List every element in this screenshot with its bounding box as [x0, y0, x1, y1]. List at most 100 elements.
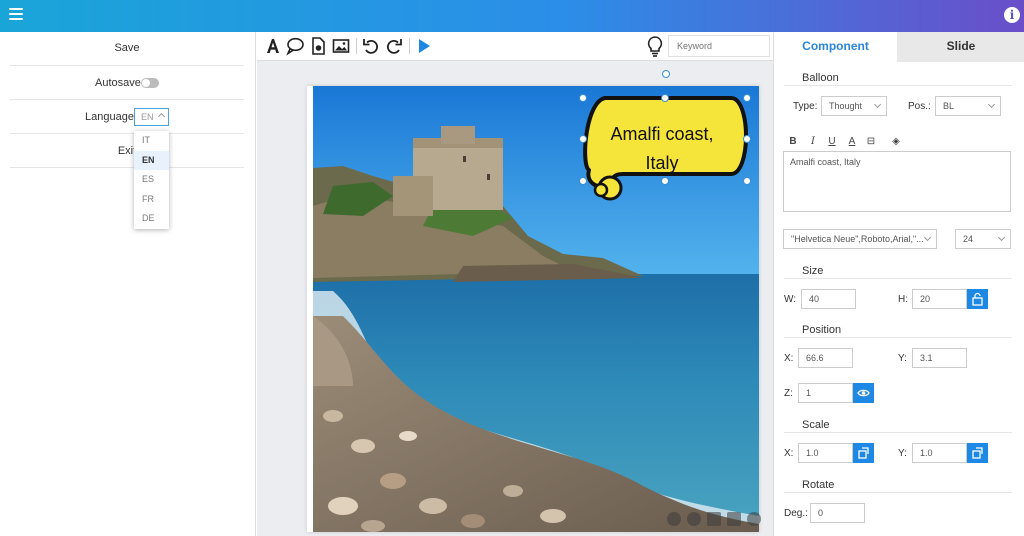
- resize-handle-w[interactable]: [579, 135, 587, 143]
- autosave-toggle[interactable]: [141, 78, 159, 88]
- underline-icon[interactable]: U: [825, 136, 839, 147]
- language-option-de[interactable]: DE: [134, 209, 169, 229]
- balloon-position-select[interactable]: BL: [935, 96, 1001, 116]
- toolbar-divider: [409, 38, 410, 54]
- editor-toolbar: [257, 32, 773, 61]
- balloon-tool-icon[interactable]: [285, 36, 305, 56]
- resize-handle-se[interactable]: [743, 177, 751, 185]
- resize-handle-s[interactable]: [661, 177, 669, 185]
- width-label: W:: [784, 294, 797, 305]
- language-option-en[interactable]: EN: [134, 150, 169, 171]
- height-input[interactable]: 20: [912, 289, 967, 309]
- position-y-label: Y:: [898, 353, 907, 364]
- resize-handle-nw[interactable]: [579, 94, 587, 102]
- language-option-it[interactable]: IT: [134, 131, 169, 151]
- tab-component[interactable]: Component: [774, 32, 897, 62]
- language-select-value: EN: [141, 112, 154, 122]
- height-label: H:: [898, 294, 908, 305]
- flip-icon: [858, 447, 869, 459]
- resize-handle-n[interactable]: [661, 94, 669, 102]
- font-size-select[interactable]: 24: [955, 229, 1011, 249]
- redo-icon[interactable]: [384, 36, 404, 56]
- position-z-label: Z:: [784, 388, 793, 399]
- resize-handle-e[interactable]: [743, 135, 751, 143]
- resize-handle-sw[interactable]: [579, 177, 587, 185]
- slide-canvas[interactable]: Amalfi coast, Italy: [313, 86, 759, 532]
- menu-icon[interactable]: [9, 8, 23, 21]
- balloon-text-input[interactable]: Amalfi coast, Italy: [783, 151, 1011, 212]
- save-button[interactable]: Save: [10, 32, 244, 66]
- balloon-text: Amalfi coast, Italy: [610, 124, 714, 173]
- visibility-button[interactable]: [853, 383, 874, 403]
- balloon-section-header: Balloon: [784, 72, 1012, 86]
- language-option-es[interactable]: ES: [134, 170, 169, 190]
- info-icon[interactable]: i: [1004, 7, 1020, 23]
- rotate-section-header: Rotate: [784, 479, 1012, 493]
- chevron-down-icon: [923, 233, 932, 242]
- keyword-search-input[interactable]: [668, 35, 770, 57]
- add-icon[interactable]: [747, 512, 761, 526]
- play-icon[interactable]: [414, 36, 434, 56]
- undo-icon[interactable]: [361, 36, 381, 56]
- text-background-icon[interactable]: ⊟: [864, 136, 878, 147]
- lock-icon: [972, 292, 983, 306]
- chevron-down-icon: [987, 100, 996, 109]
- scale-y-input[interactable]: 1.0: [912, 443, 967, 463]
- flip-vertical-button[interactable]: [967, 443, 988, 463]
- flip-horizontal-button[interactable]: [853, 443, 874, 463]
- autosave-label: Autosave: [95, 77, 141, 89]
- language-dropdown: IT EN ES FR DE: [134, 131, 169, 229]
- width-input[interactable]: 40: [801, 289, 856, 309]
- thought-balloon[interactable]: Amalfi coast, Italy: [583, 98, 749, 182]
- zoom-in-icon[interactable]: [687, 512, 701, 526]
- bold-icon[interactable]: B: [786, 136, 800, 147]
- sticker-tool-icon[interactable]: [308, 36, 328, 56]
- resize-handle-ne[interactable]: [743, 94, 751, 102]
- type-label: Type:: [793, 101, 818, 112]
- language-option-fr[interactable]: FR: [134, 190, 169, 210]
- left-menu-panel: Save Autosave Language EN Exit: [0, 32, 256, 536]
- scale-x-label: X:: [784, 448, 794, 459]
- lock-ratio-button[interactable]: [967, 289, 988, 309]
- scale-y-label: Y:: [898, 448, 907, 459]
- degree-label: Deg.:: [784, 508, 808, 519]
- zoom-out-icon[interactable]: [667, 512, 681, 526]
- editor-canvas-area: Amalfi coast,Italy: [257, 32, 773, 536]
- rotation-degree-input[interactable]: 0: [810, 503, 865, 523]
- pos-label: Pos.:: [908, 101, 931, 112]
- eye-icon: [857, 389, 870, 397]
- top-bar: i: [0, 0, 1024, 32]
- autosave-row: Autosave: [10, 66, 244, 100]
- position-x-label: X:: [784, 353, 794, 364]
- position-z-input[interactable]: 1: [798, 383, 853, 403]
- panel-tabs: Component Slide: [774, 32, 1024, 62]
- scale-section-header: Scale: [784, 419, 1012, 433]
- trash-icon[interactable]: [707, 512, 721, 526]
- properties-panel: Component Slide Balloon Type: Thought Po…: [773, 32, 1024, 536]
- scale-x-input[interactable]: 1.0: [798, 443, 853, 463]
- chevron-down-icon: [997, 233, 1006, 242]
- tab-slide[interactable]: Slide: [897, 32, 1024, 62]
- size-section-header: Size: [784, 265, 1012, 279]
- chevron-down-icon: [873, 100, 882, 109]
- font-family-select[interactable]: "Helvetica Neue",Roboto,Arial,"...: [783, 229, 937, 249]
- text-tool-icon[interactable]: [263, 36, 283, 56]
- lightbulb-icon[interactable]: [646, 35, 664, 57]
- toolbar-divider: [356, 38, 357, 54]
- copy-icon[interactable]: [727, 512, 741, 526]
- italic-icon[interactable]: I: [806, 136, 820, 147]
- font-color-icon[interactable]: A: [845, 136, 859, 147]
- language-row: Language EN: [10, 100, 244, 134]
- chevron-up-icon: [157, 112, 166, 121]
- position-section-header: Position: [784, 324, 1012, 338]
- language-select[interactable]: EN: [134, 108, 169, 126]
- position-y-input[interactable]: 3.1: [912, 348, 967, 368]
- exit-button[interactable]: Exit: [10, 134, 244, 168]
- rotate-handle[interactable]: [662, 70, 670, 78]
- image-tool-icon[interactable]: [331, 36, 351, 56]
- flip-icon: [972, 447, 983, 459]
- language-label: Language: [85, 111, 134, 123]
- balloon-type-select[interactable]: Thought: [821, 96, 887, 116]
- position-x-input[interactable]: 66.6: [798, 348, 853, 368]
- fill-color-icon[interactable]: ◈: [889, 136, 903, 147]
